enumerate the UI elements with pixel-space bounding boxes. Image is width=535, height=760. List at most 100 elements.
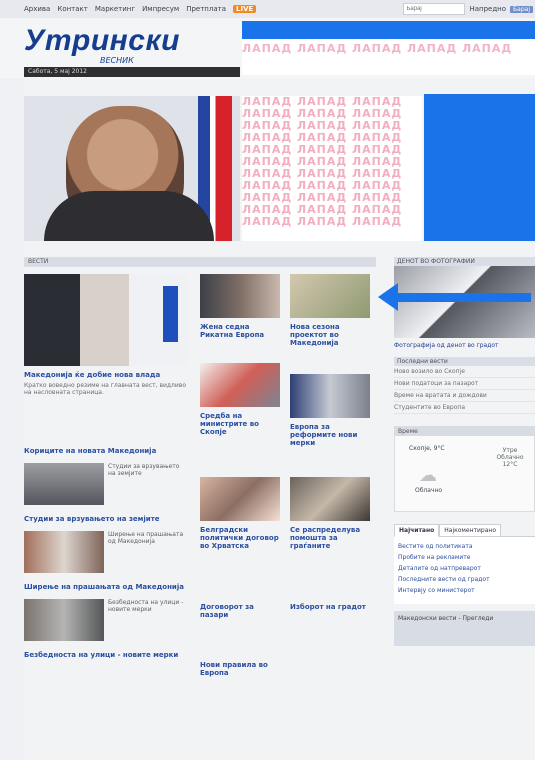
left-news-row: Безбедноста на улици - новите мерки (24, 599, 188, 641)
left-news-image[interactable] (24, 463, 104, 505)
story-card[interactable]: Жена седна Рикатна Европа (200, 274, 280, 339)
story-image[interactable] (200, 274, 280, 318)
main-story-image[interactable] (24, 274, 188, 366)
latest-news-title: Последни вести (394, 357, 535, 366)
forecast-temp: 12°C (502, 461, 518, 468)
search-button[interactable]: Барај (510, 5, 533, 13)
story-card[interactable]: Белградски политички договор во Хрватска (200, 477, 280, 550)
left-news-row: Ширење на прашањата од Македонија (24, 531, 188, 573)
story-image[interactable] (200, 477, 280, 521)
bottom-link[interactable]: Договорот за пазари (200, 598, 280, 619)
photo-of-day[interactable] (378, 266, 535, 338)
blue-square-ad[interactable] (424, 94, 535, 241)
left-news-list: Кориците на новата Македонија Студии за … (24, 442, 188, 659)
site-logo[interactable]: Утрински (24, 24, 180, 58)
left-news-headline[interactable]: Кориците на новата Македонија (24, 447, 188, 455)
live-badge[interactable]: LIVE (233, 5, 257, 13)
tab-link[interactable]: Интервју со министерот (398, 585, 531, 596)
forecast-label: Утре (502, 447, 518, 454)
photo-caption[interactable]: Фотографија од денот во градот (394, 342, 535, 349)
story-headline[interactable]: Жена седна Рикатна Европа (200, 323, 280, 339)
sidebar: ДЕНОТ ВО ФОТОГРАФИИ Фотографија од денот… (378, 257, 535, 760)
top-nav-links: Архива Контакт Маркетинг Импресум Претпл… (0, 5, 257, 13)
weather-widget: Време Скопје, 9°C ☁ Облачно Утре Облачно… (394, 426, 535, 512)
left-news-summary: Студии за врзувањето на земјите (108, 463, 180, 477)
advanced-search-label[interactable]: Напредно (469, 5, 506, 13)
left-news-summary: Безбедноста на улици - новите мерки (108, 599, 184, 613)
story-headline[interactable]: Нова сезона проектот во Македонија (290, 323, 370, 347)
sidebar-footer-box: Македонски вести - Прегледи (394, 611, 535, 646)
story-image[interactable] (290, 374, 370, 418)
left-arrow-icon[interactable] (378, 283, 531, 311)
tab-most-commented[interactable]: Најкоментирано (439, 524, 502, 537)
latest-news-list: Ново возило во Скопје Нови податоци за п… (394, 366, 535, 414)
main-story[interactable]: Македонија ќе добие нова влада Кратко во… (24, 274, 188, 396)
main-story-headline[interactable]: Македонија ќе добие нова влада (24, 371, 188, 379)
site-logo-subtitle: ВЕСНИК (100, 56, 134, 65)
left-news-row: Студии за врзувањето на земјите (24, 463, 188, 505)
story-image[interactable] (200, 363, 280, 407)
story-headline[interactable]: Се распределува помошта за граѓаните (290, 526, 370, 550)
story-card[interactable]: Европа за реформите нови мерки (290, 374, 370, 447)
story-headline[interactable]: Средба на министрите во Скопје (200, 412, 280, 436)
top-ad-pattern: ЛАПАД ЛАПАД ЛАПАД ЛАПАД ЛАПАД (242, 42, 513, 55)
news-section-header: ВЕСТИ (24, 257, 376, 267)
story-headline[interactable]: Европа за реформите нови мерки (290, 423, 370, 447)
left-news-headline[interactable]: Студии за врзувањето на земјите (24, 515, 188, 523)
bottom-link[interactable]: Изборот на градот (290, 598, 370, 611)
story-card[interactable]: Средба на министрите во Скопје (200, 363, 280, 436)
nav-marketing-link[interactable]: Маркетинг (95, 5, 135, 13)
hero-image[interactable] (24, 96, 240, 241)
left-news-image[interactable] (24, 599, 104, 641)
story-card[interactable]: Нова сезона проектот во Македонија (290, 274, 370, 347)
cloud-icon: ☁ (419, 465, 437, 486)
nav-contact-link[interactable]: Контакт (57, 5, 88, 13)
tab-most-read[interactable]: Најчитано (394, 524, 440, 537)
left-news-headline[interactable]: Ширење на прашањата од Македонија (24, 583, 188, 591)
portrait-suit (44, 191, 214, 241)
story-headline[interactable]: Белградски политички договор во Хрватска (200, 526, 280, 550)
left-margin (0, 0, 24, 760)
weather-title: Време (395, 427, 534, 436)
search-input[interactable] (403, 3, 466, 15)
tabs-fill (501, 524, 535, 537)
tab-link[interactable]: Последните вести од градот (398, 574, 531, 585)
nav-archive-link[interactable]: Архива (24, 5, 50, 13)
story-image[interactable] (290, 274, 370, 318)
left-news-summary: Ширење на прашањата од Македонија (108, 531, 184, 545)
bottom-link[interactable]: Нови правила во Европа (200, 656, 280, 677)
top-ad-banner[interactable]: ЛАПАД ЛАПАД ЛАПАД ЛАПАД ЛАПАД (242, 21, 535, 75)
story-card[interactable]: Се распределува помошта за граѓаните (290, 477, 370, 550)
top-ad-blue-strip (242, 21, 535, 39)
bottom-link-text[interactable]: Нови правила во Европа (200, 661, 280, 677)
weather-city: Скопје, 9°C (409, 445, 445, 452)
nav-impresum-link[interactable]: Импресум (142, 5, 179, 13)
search-area: Напредно Барај (403, 3, 535, 15)
photo-section-title: ДЕНОТ ВО ФОТОГРАФИИ (394, 257, 535, 266)
bottom-link-text[interactable]: Изборот на градот (290, 603, 370, 611)
bottom-link-text[interactable]: Договорот за пазари (200, 603, 280, 619)
weather-state: Облачно (415, 487, 443, 494)
top-navigation-bar: Архива Контакт Маркетинг Импресум Претпл… (0, 0, 535, 19)
date-bar: Сабота, 5 мај 2012 (24, 67, 240, 77)
large-ad-block[interactable]: ЛАПАД ЛАПАД ЛАПАД ЛАПАД ЛАПАД ЛАПАД ЛАПА… (242, 96, 422, 241)
tab-link[interactable]: Пробите на рекламите (398, 552, 531, 563)
latest-news-item[interactable]: Ново возило во Скопје (394, 366, 535, 378)
nav-subscription-link[interactable]: Претплата (186, 5, 226, 13)
sidebar-tabs: Најчитано Најкоментирано (394, 524, 535, 537)
news-grid: Македонија ќе добие нова влада Кратко во… (24, 274, 376, 760)
story-image[interactable] (290, 477, 370, 521)
main-story-text: Кратко воведно резиме на главната вест, … (24, 382, 186, 396)
tab-link-list: Вестите од политиката Пробите на реклами… (394, 537, 535, 604)
left-news-image[interactable] (24, 531, 104, 573)
weather-forecast: Утре Облачно 12°C (487, 447, 533, 468)
latest-news-item[interactable]: Време на вратата и дождови (394, 390, 535, 402)
latest-news-item[interactable]: Нови податоци за пазарот (394, 378, 535, 390)
forecast-state: Облачно (496, 454, 524, 461)
page: Архива Контакт Маркетинг Импресум Претпл… (0, 0, 535, 760)
left-news-headline[interactable]: Безбедноста на улици - новите мерки (24, 651, 188, 659)
latest-news-item[interactable]: Студентите во Европа (394, 402, 535, 414)
tab-link[interactable]: Вестите од политиката (398, 541, 531, 552)
ad-line: ЛАПАД ЛАПАД ЛАПАД (242, 215, 403, 228)
tab-link[interactable]: Деталите од натпреварот (398, 563, 531, 574)
